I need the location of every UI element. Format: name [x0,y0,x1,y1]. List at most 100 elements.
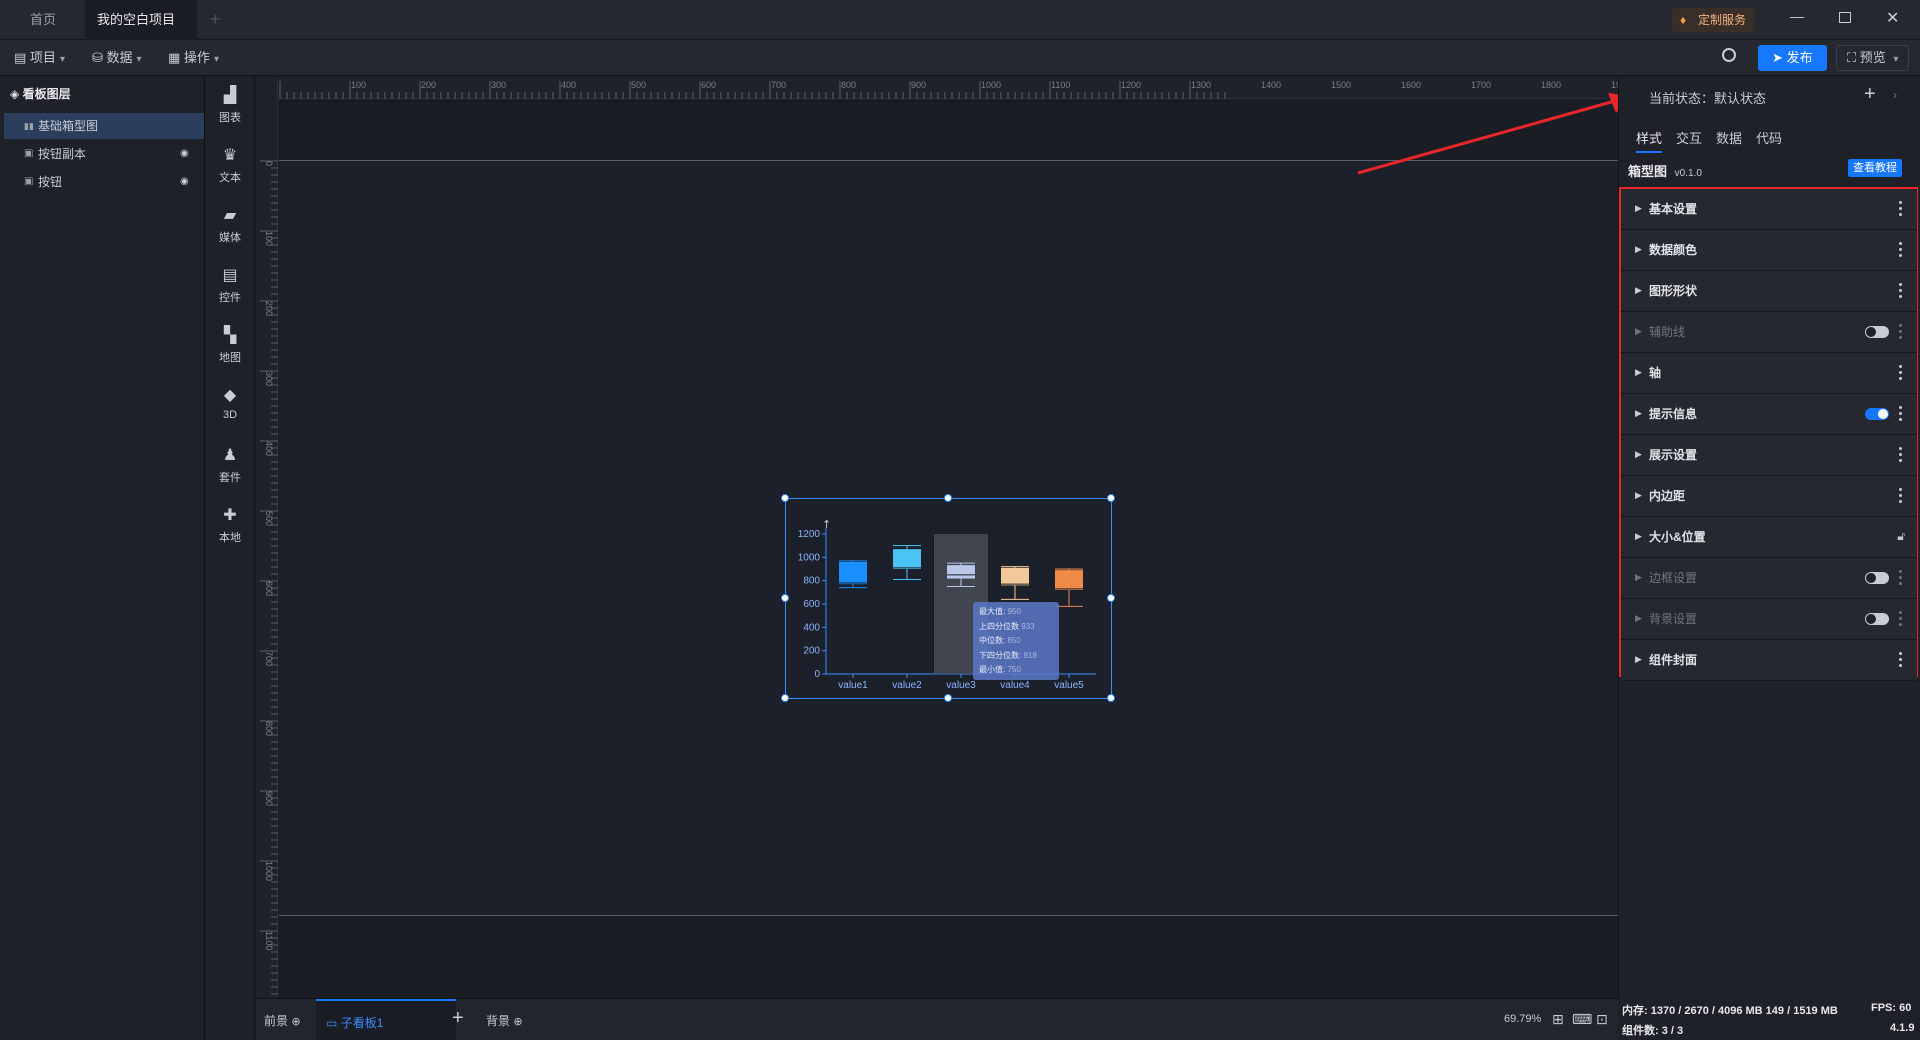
comp-control[interactable]: ▤ 控件 [205,257,255,317]
chevron-right-icon[interactable]: › [1893,88,1897,102]
more-icon[interactable] [1899,570,1903,586]
close-icon[interactable]: ✕ [1886,8,1899,28]
section-display[interactable]: ▶ 展示设置 [1621,435,1917,476]
search-icon[interactable] [1722,48,1736,62]
boxplot-chart: ↑ 0 200 400 600 800 1000 1200 value1 value2 value3… [798,518,1096,691]
comp-local-label: 本地 [219,532,241,544]
section-axis[interactable]: ▶ 轴 [1621,353,1917,394]
annotation-arrow [1357,93,1632,175]
section-cover[interactable]: ▶ 组件封面 [1621,640,1917,681]
keyboard-icon[interactable]: ⌨ [1572,1011,1592,1028]
section-padding[interactable]: ▶ 内边距 [1621,476,1917,517]
y-axis-arrow: ↑ [822,518,831,531]
tab-interaction[interactable]: 交互 [1676,125,1702,153]
more-icon[interactable] [1899,365,1903,381]
tutorial-button[interactable]: 查看教程 [1848,159,1902,177]
caret-right-icon: ▶ [1635,203,1642,213]
menu-data-label: 数据 [106,50,133,65]
zoom-level[interactable]: 69.79% [1504,1013,1541,1025]
y-tick-label: 800 [803,576,820,587]
add-circle-icon[interactable]: ⊕ [513,1016,522,1028]
map-icon: ▚ [223,327,237,344]
more-icon[interactable] [1899,242,1903,258]
tab-home[interactable]: 首页 [18,0,68,40]
lock-icon[interactable]: 🔓︎ [1897,529,1905,544]
restore-icon[interactable] [1839,12,1851,23]
section-label: 辅助线 [1649,325,1686,339]
more-icon[interactable] [1899,611,1903,627]
layer-item-button-copy[interactable]: ▣ 按钮副本 ◉ [4,141,204,167]
background-tab[interactable]: 背景 ⊕ [486,1012,523,1029]
terminal-icon[interactable]: ⊡ [1596,1011,1608,1028]
publish-button[interactable]: ➤ 发布 [1758,45,1827,71]
layer-item-label: 按钮副本 [38,147,87,161]
foreground-tab[interactable]: 前景 ⊕ [264,1012,301,1029]
comp-map[interactable]: ▚ 地图 [205,317,255,377]
current-state-label: 当前状态：默认状态 [1649,91,1767,106]
more-icon[interactable] [1899,324,1903,340]
more-icon[interactable] [1899,406,1903,422]
more-icon[interactable] [1899,447,1903,463]
add-board-icon[interactable]: + [452,1007,464,1030]
more-icon[interactable] [1899,201,1903,217]
section-data-color[interactable]: ▶ 数据颜色 [1621,230,1917,271]
preview-button[interactable]: ⛶ 预览 ▾ [1836,45,1910,71]
comp-kit[interactable]: ♟ 套件 [205,437,255,497]
eye-hidden-icon[interactable]: ◉ [180,169,189,195]
memory-status: 内存: 1370 / 2670 / 4096 MB 149 / 1519 MB [1622,1005,1838,1017]
tab-style[interactable]: 样式 [1636,125,1663,153]
minimize-icon[interactable]: — [1790,8,1804,24]
layer-item-button[interactable]: ▣ 按钮 ◉ [4,169,204,195]
add-state-icon[interactable]: + [1864,83,1876,106]
menu-project[interactable]: ▤ 项目 ▾ [14,40,65,76]
layer-item-boxplot[interactable]: ▮▮ 基础箱型图 [4,113,204,139]
control-icon: ▤ [222,267,238,284]
ruler-label: 500 [631,80,646,90]
eye-hidden-icon[interactable]: ◉ [180,141,189,167]
tab-data[interactable]: 数据 [1716,125,1742,153]
fit-screen-icon[interactable]: ⊞ [1552,1011,1564,1028]
more-icon[interactable] [1899,488,1903,504]
section-label: 轴 [1649,366,1662,380]
section-size-position[interactable]: ▶ 大小&位置 🔓︎ [1621,517,1917,558]
layer-item-label: 按钮 [38,175,63,189]
section-tooltip[interactable]: ▶ 提示信息 [1621,394,1917,435]
comp-chart[interactable]: ▟ 图表 [205,77,255,137]
add-circle-icon[interactable]: ⊕ [291,1016,300,1028]
ruler-label: 800 [264,721,274,736]
comp-3d[interactable]: ◆ 3D [205,377,255,437]
caret-right-icon: ▶ [1635,531,1642,541]
ruler-left-scale: 0 100 200 300 400 500 600 700 800 900 1000 1100 [260,160,278,995]
tab-project[interactable]: 我的空白项目 [85,0,197,65]
comp-chart-label: 图表 [219,112,241,124]
add-tab-icon[interactable]: + [210,9,221,30]
section-shape[interactable]: ▶ 图形形状 [1621,271,1917,312]
boxplot-widget[interactable]: ↑ 0 200 400 600 800 1000 1200 value1 value2 value3… [781,494,1115,702]
background-toggle[interactable] [1865,613,1889,625]
tooltip-value: 818 [1023,650,1037,660]
section-border[interactable]: ▶ 边框设置 [1621,558,1917,599]
section-basic[interactable]: ▶ 基本设置 [1621,189,1917,230]
comp-media[interactable]: ▰ 媒体 [205,197,255,257]
more-icon[interactable] [1899,283,1903,299]
menu-operation[interactable]: ▦ 操作 ▾ [168,40,219,76]
more-icon[interactable] [1899,652,1903,668]
ruler-label: 200 [264,301,274,316]
monitor-icon: ▭ [326,1016,338,1030]
border-toggle[interactable] [1865,572,1889,584]
y-tick-label: 400 [803,622,820,633]
caret-right-icon: ▶ [1635,490,1642,500]
comp-text[interactable]: ♛ 文本 [205,137,255,197]
guide-line-toggle[interactable] [1865,326,1889,338]
box-value4 [1001,567,1029,586]
menu-data[interactable]: ⛁ 数据 ▾ [92,40,142,76]
tab-code[interactable]: 代码 [1756,125,1782,153]
subboard-tab[interactable]: ▭ 子看板1 [316,999,456,1040]
section-guide-line[interactable]: ▶ 辅助线 [1621,312,1917,353]
x-tick-label: value1 [838,680,868,691]
section-background[interactable]: ▶ 背景设置 [1621,599,1917,640]
custom-service-button[interactable]: ♦ 定制服务 [1672,8,1755,32]
x-tick-label: value5 [1054,680,1084,691]
comp-local[interactable]: ✚ 本地 [205,497,255,557]
tooltip-toggle[interactable] [1865,408,1889,420]
